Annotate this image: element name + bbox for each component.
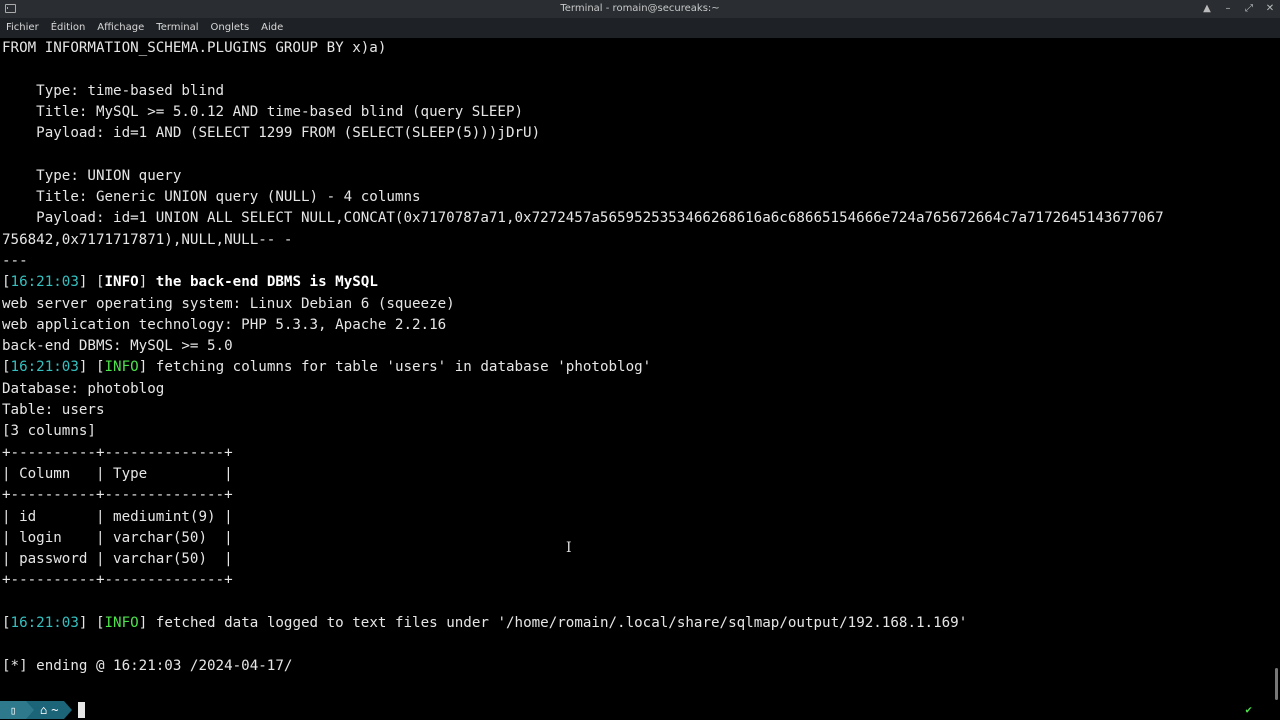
terminal-line: Payload: id=1 UNION ALL SELECT NULL,CONC… — [2, 210, 1164, 227]
scrollbar[interactable] — [1275, 668, 1278, 700]
maximize-icon[interactable]: ⤢ — [1243, 2, 1255, 16]
terminal-line: web server operating system: Linux Debia… — [2, 295, 455, 312]
prompt-dir: ~ — [51, 703, 59, 717]
terminal-line: Type: UNION query — [2, 167, 182, 184]
menu-bar: Fichier Édition Affichage Terminal Ongle… — [0, 18, 1280, 38]
terminal-line: Title: MySQL >= 5.0.12 AND time-based bl… — [2, 103, 524, 120]
table-border: +----------+--------------+ — [2, 572, 233, 589]
terminal-line: [3 columns] — [2, 423, 96, 440]
log-level-tag: INFO — [104, 359, 139, 376]
terminal-line: Type: time-based blind — [2, 82, 225, 99]
log-line-info: [16:21:03] [INFO] fetching columns for t… — [2, 359, 652, 376]
log-timestamp: 16:21:03 — [10, 274, 79, 291]
terminal-line: Table: users — [2, 402, 105, 419]
terminal-line: 756842,0x7171717871),NULL,NULL-- - — [2, 231, 293, 248]
log-timestamp: 16:21:03 — [10, 615, 79, 632]
terminal-line: Payload: id=1 AND (SELECT 1299 FROM (SEL… — [2, 125, 541, 142]
mouse-ibeam-cursor: I — [566, 540, 572, 556]
menu-fichier[interactable]: Fichier — [0, 18, 45, 38]
table-border: +----------+--------------+ — [2, 444, 233, 461]
terminal-line: back-end DBMS: MySQL >= 5.0 — [2, 338, 233, 355]
table-row: | password | varchar(50) | — [2, 551, 233, 568]
log-message: fetching columns for table 'users' in da… — [155, 359, 652, 376]
shell-prompt[interactable]: ▯ ⌂ ~ — [0, 700, 86, 720]
keep-above-icon[interactable]: ▲ — [1201, 2, 1213, 16]
log-line-info: [16:21:03] [INFO] the back-end DBMS is M… — [2, 274, 378, 291]
prompt-dir-segment: ⌂ ~ — [34, 701, 65, 719]
status-check-icon: ✔ — [1245, 703, 1252, 716]
menu-edition[interactable]: Édition — [45, 18, 92, 38]
table-border: +----------+--------------+ — [2, 487, 233, 504]
menu-terminal[interactable]: Terminal — [150, 18, 204, 38]
terminal-line: Title: Generic UNION query (NULL) - 4 co… — [2, 189, 421, 206]
prompt-os-segment: ▯ — [0, 701, 26, 719]
log-level-tag: INFO — [104, 615, 139, 632]
window-titlebar: Terminal - romain@secureaks:~ ▲ – ⤢ ✕ — [0, 0, 1280, 18]
window-title: Terminal - romain@secureaks:~ — [560, 3, 720, 14]
table-row: | id | mediumint(9) | — [2, 508, 233, 525]
menu-affichage[interactable]: Affichage — [91, 18, 150, 38]
log-message: fetched data logged to text files under … — [155, 615, 968, 632]
home-icon: ⌂ — [40, 703, 48, 717]
terminal-line: --- — [2, 252, 28, 269]
close-icon[interactable]: ✕ — [1264, 2, 1276, 16]
log-timestamp: 16:21:03 — [10, 359, 79, 376]
log-level-tag: INFO — [104, 274, 139, 291]
menu-aide[interactable]: Aide — [255, 18, 289, 38]
log-message: the back-end DBMS is MySQL — [155, 274, 378, 291]
terminal-line: FROM INFORMATION_SCHEMA.PLUGINS GROUP BY… — [2, 40, 387, 56]
prompt-separator — [26, 701, 34, 719]
distro-icon: ▯ — [9, 703, 17, 717]
log-line-info: [16:21:03] [INFO] fetched data logged to… — [2, 615, 968, 632]
prompt-separator — [64, 701, 73, 719]
table-header: | Column | Type | — [2, 465, 233, 482]
table-row: | login | varchar(50) | — [2, 529, 233, 546]
terminal-line: web application technology: PHP 5.3.3, A… — [2, 316, 447, 333]
terminal-line: Database: photoblog — [2, 380, 165, 397]
window-controls: ▲ – ⤢ ✕ — [1201, 2, 1276, 16]
terminal-line: [*] ending @ 16:21:03 /2024-04-17/ — [2, 657, 293, 674]
menu-onglets[interactable]: Onglets — [205, 18, 256, 38]
terminal-output[interactable]: FROM INFORMATION_SCHEMA.PLUGINS GROUP BY… — [2, 38, 1274, 700]
text-cursor[interactable] — [78, 702, 86, 718]
minimize-icon[interactable]: – — [1222, 2, 1234, 16]
